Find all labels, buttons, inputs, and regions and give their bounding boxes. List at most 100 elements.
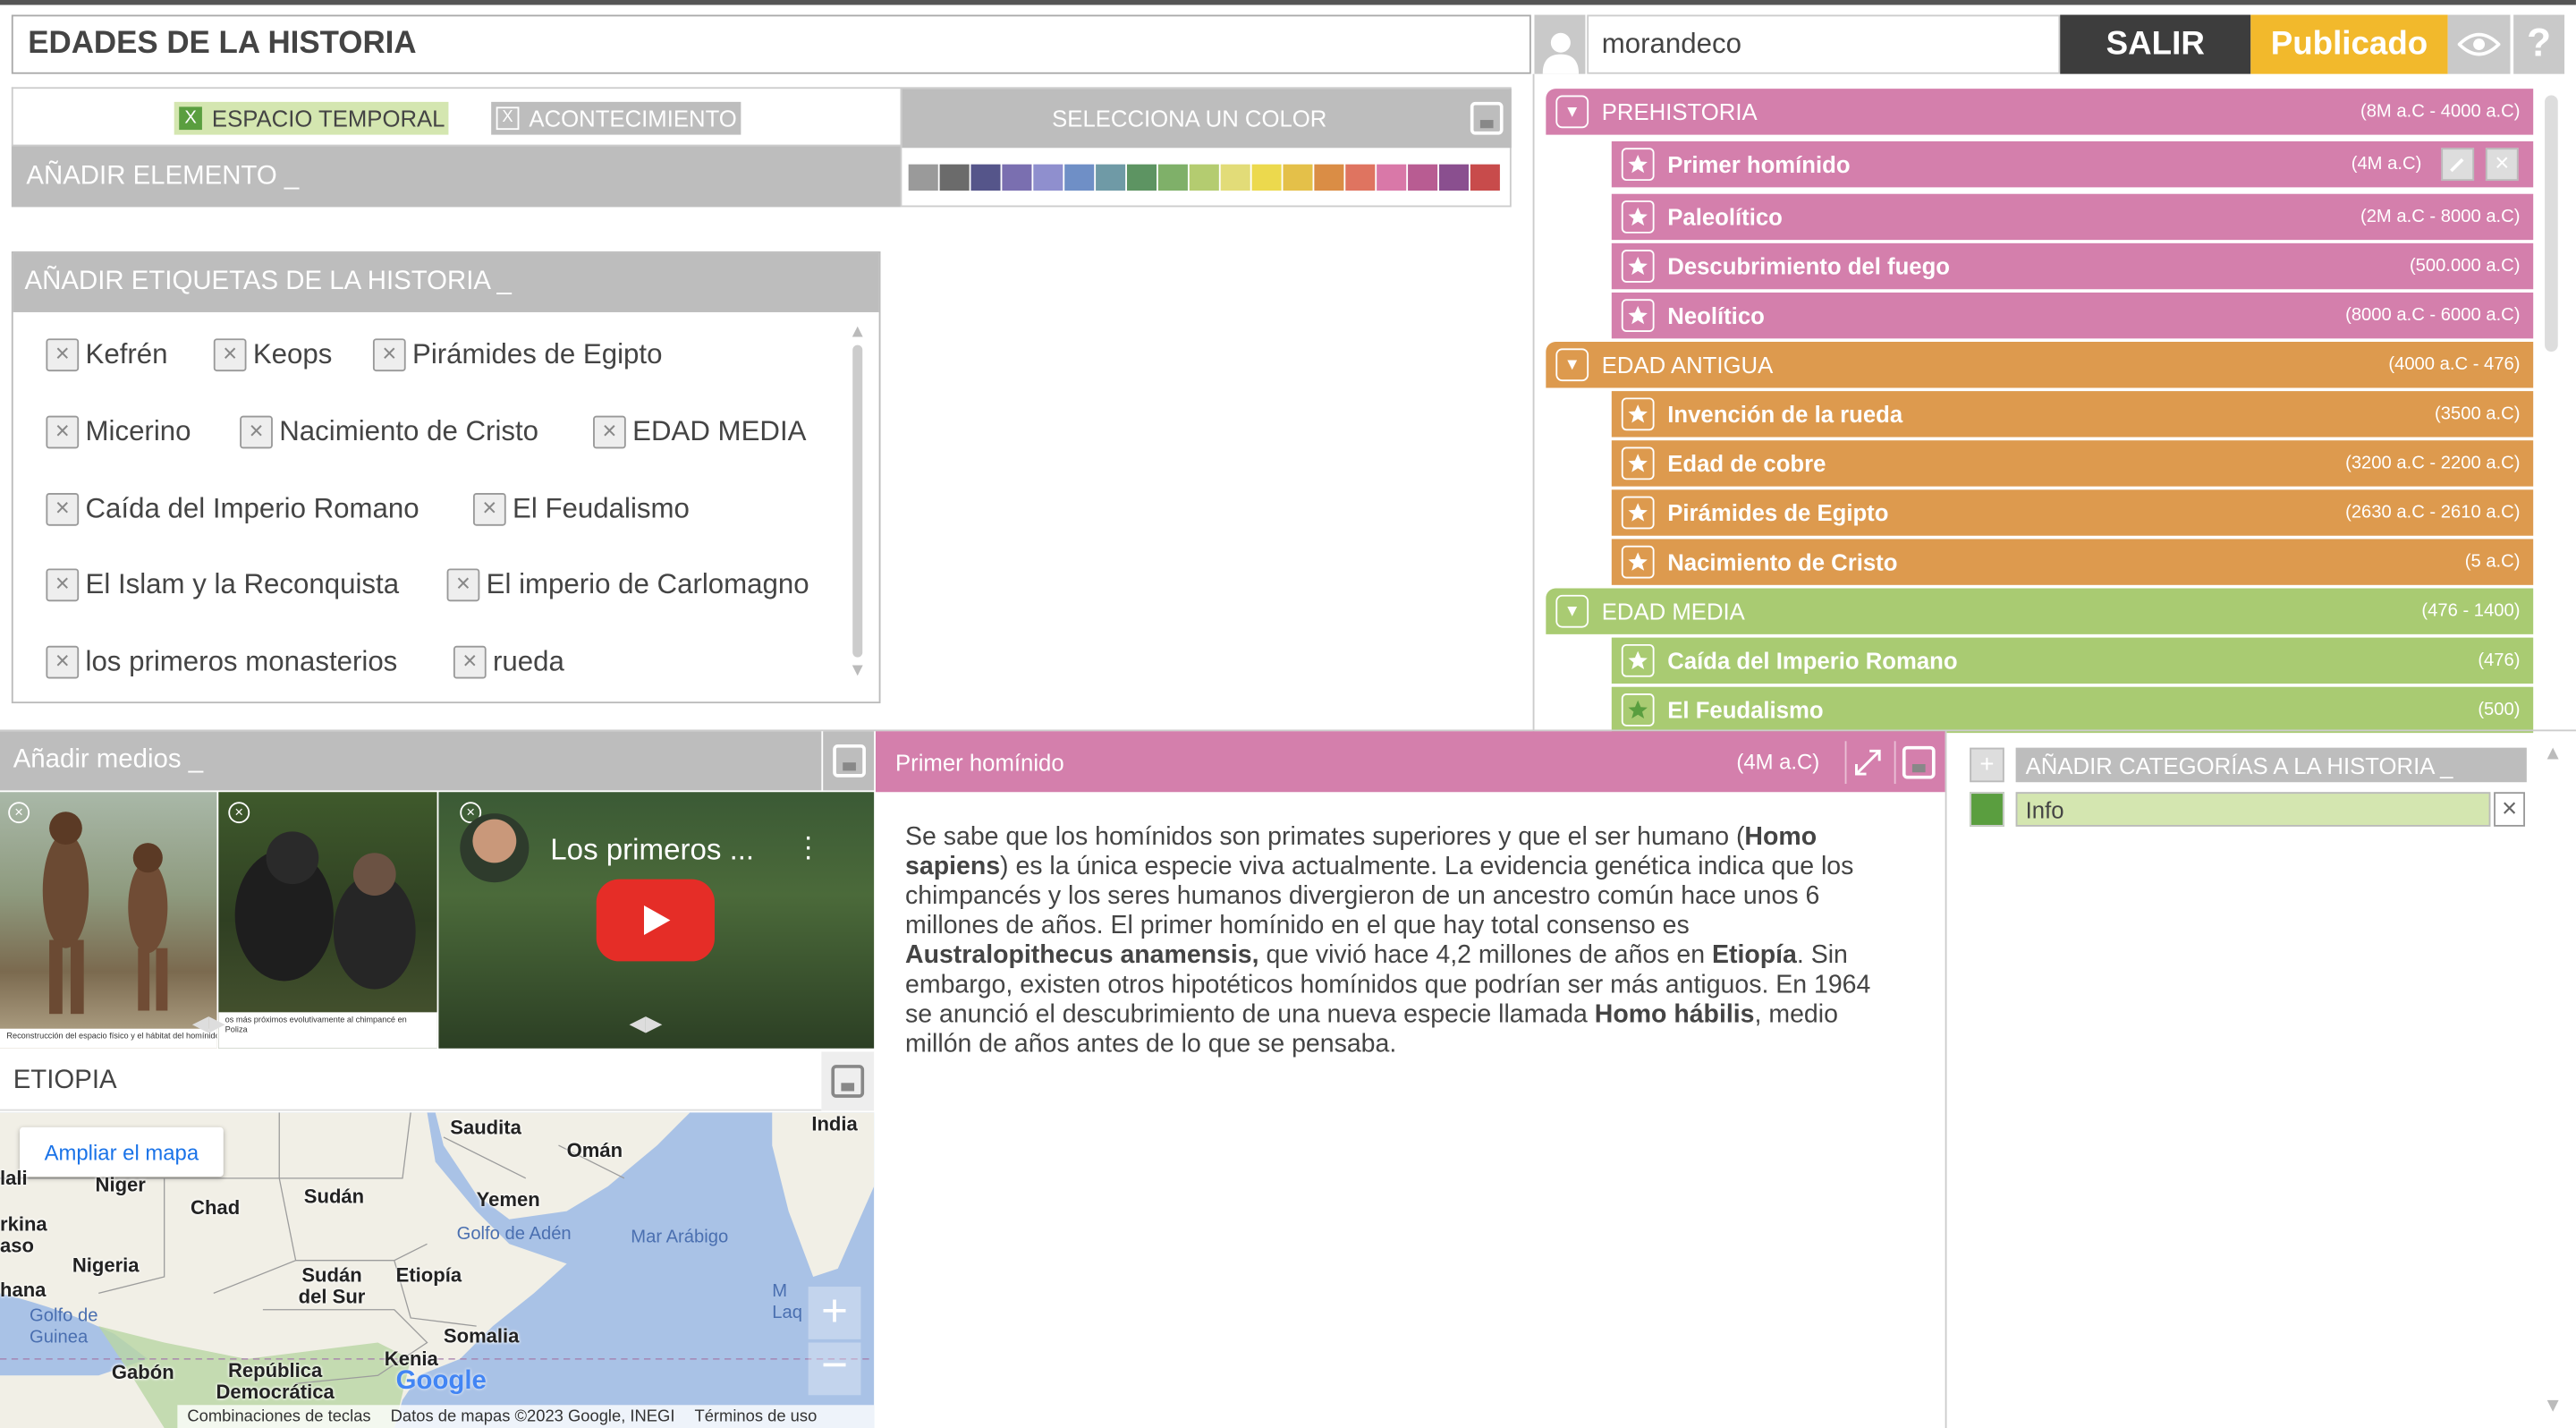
media-nav-arrows-icon[interactable]: ◀▶ (192, 1011, 225, 1037)
star-icon[interactable] (1621, 148, 1655, 182)
video-menu-icon[interactable]: · · · (803, 821, 813, 871)
map-place-label: República Democrática (216, 1358, 335, 1404)
timeline-item-label: Paleolítico (1667, 203, 1783, 231)
detail-body[interactable]: Se sabe que los homínidos son primates s… (905, 823, 1899, 1059)
category-item[interactable]: Info × (1970, 792, 2526, 828)
detail-save-icon[interactable] (1894, 741, 1940, 785)
star-icon[interactable] (1621, 299, 1655, 332)
edit-pencil-icon[interactable] (2441, 148, 2475, 182)
collapse-icon[interactable]: ▼ (1555, 348, 1589, 382)
remove-category-icon[interactable]: × (2494, 792, 2526, 827)
categories-panel-title[interactable]: AÑADIR CATEGORÍAS A LA HISTORIA _ (2015, 747, 2527, 783)
map[interactable]: Ampliar el mapa Saudita Omán India Niger Cha… (0, 1112, 875, 1428)
timeline-item-date: (476) (2478, 650, 2521, 671)
detail-text: ) es la única especie viva actualmente. … (905, 853, 1854, 940)
media-image-chimps[interactable]: os más próximos evolutivamente al chimpa… (218, 792, 437, 1049)
timeline-item[interactable]: Neolítico (8000 a.C - 6000 a.C) (1611, 292, 2534, 339)
map-place-label: Omán (566, 1138, 623, 1162)
timeline-group-label: EDAD MEDIA (1601, 598, 1745, 625)
map-place-label: Saudita (450, 1116, 521, 1139)
timeline-item[interactable]: Nacimiento de Cristo (5 a.C) (1611, 539, 2534, 585)
category-color-swatch[interactable] (1970, 792, 2004, 827)
category-name-field[interactable]: Info (2015, 792, 2491, 827)
star-icon[interactable] (1621, 200, 1655, 234)
star-icon[interactable] (1621, 250, 1655, 283)
timeline-item-date: (5 a.C) (2464, 552, 2521, 573)
map-place-label: Golfo de Guinea (30, 1306, 98, 1348)
star-icon[interactable] (1621, 643, 1655, 677)
location-save-icon[interactable] (821, 1051, 875, 1111)
map-footer: Combinaciones de teclas Datos de mapas ©… (177, 1405, 875, 1428)
map-place-label: Etiopía (395, 1263, 462, 1288)
timeline-scrollbar[interactable] (2545, 95, 2558, 353)
location-name: ETIOPIA (13, 1066, 117, 1094)
timeline-item-date: (3200 a.C - 2200 a.C) (2345, 453, 2521, 473)
timeline-item[interactable]: Pirámides de Egipto (2630 a.C - 2610 a.C) (1611, 489, 2534, 536)
timeline-item[interactable]: Paleolítico (2M a.C - 8000 a.C) (1611, 193, 2534, 241)
media-video[interactable]: × Los primeros ... · · · ◀▶ (438, 792, 875, 1049)
media-panel-title[interactable]: Añadir medios _ (0, 731, 875, 791)
timeline-item-date: (8000 a.C - 6000 a.C) (2345, 305, 2521, 326)
map-place-label: Somalia (443, 1324, 520, 1348)
timeline-item[interactable]: Primer homínido (4M a.C) × (1611, 140, 2534, 188)
collapse-icon[interactable]: ▼ (1555, 95, 1589, 129)
media-title-text: Añadir medios _ (13, 745, 204, 775)
star-icon[interactable] (1621, 496, 1655, 530)
media-image-hominids[interactable]: Reconstrucción del espacio físico y el h… (0, 792, 217, 1049)
timeline-item[interactable]: Edad de cobre (3200 a.C - 2200 a.C) (1611, 440, 2534, 487)
timeline-item-label: Pirámides de Egipto (1667, 499, 1889, 526)
timeline-item-date: (500.000 a.C) (2409, 256, 2521, 276)
map-place-label: Golfo de Adén (456, 1224, 572, 1245)
timeline-item[interactable]: Caída del Imperio Romano (476) (1611, 637, 2534, 684)
remove-media-icon[interactable]: × (8, 802, 30, 824)
google-logo: Google (395, 1367, 487, 1396)
detail-bold-text: Etiopía (1711, 941, 1797, 970)
map-data-text: Datos de mapas ©2023 Google, INEGI (390, 1407, 675, 1426)
map-place-label: rkina aso (0, 1212, 47, 1257)
detail-title: Primer homínido (895, 749, 1064, 776)
timeline-group-date: (4000 a.C - 476) (2388, 354, 2521, 375)
timeline-item[interactable]: Descubrimiento del fuego (500.000 a.C) (1611, 242, 2534, 290)
detail-panel-header: Primer homínido (4M a.C) (875, 731, 1945, 793)
timeline-item[interactable]: El Feudalismo (500) (1611, 686, 2534, 734)
map-place-label: Sudán del Sur (298, 1263, 366, 1308)
page-scroll-down-icon[interactable]: ▼ (2543, 1393, 2563, 1416)
timeline-list: ▼ PREHISTORIA (8M a.C - 4000 a.C) Primer ho… (0, 0, 2576, 734)
delete-item-icon[interactable]: × (2485, 148, 2519, 182)
star-icon[interactable] (1621, 545, 1655, 579)
page-scroll-up-icon[interactable]: ▲ (2543, 741, 2563, 764)
collapse-icon[interactable]: ▼ (1555, 594, 1589, 628)
timeline-item[interactable]: Invención de la rueda (3500 a.C) (1611, 391, 2534, 438)
star-icon[interactable] (1621, 397, 1655, 431)
map-place-label: India (811, 1112, 858, 1136)
timeline-group[interactable]: ▼ PREHISTORIA (8M a.C - 4000 a.C) (1546, 89, 2534, 135)
timeline-group[interactable]: ▼ EDAD MEDIA (476 - 1400) (1546, 588, 2534, 634)
enlarge-map-button[interactable]: Ampliar el mapa (20, 1126, 224, 1177)
media-nav-arrows-icon[interactable]: ◀▶ (629, 1011, 662, 1037)
map-terms-link[interactable]: Términos de uso (694, 1407, 817, 1425)
media-save-icon[interactable] (821, 731, 874, 791)
expand-icon[interactable] (1844, 741, 1888, 785)
timeline-item-label: Neolítico (1667, 302, 1765, 329)
play-icon[interactable] (596, 879, 715, 962)
timeline-item-date: (4M a.C) (2351, 154, 2422, 174)
detail-text: que vivió hace 4,2 millones de años en (1258, 941, 1712, 970)
timeline-group[interactable]: ▼ EDAD ANTIGUA (4000 a.C - 476) (1546, 342, 2534, 388)
timeline-group-date: (8M a.C - 4000 a.C) (2360, 101, 2521, 122)
map-place-label: Mar Arábigo (631, 1227, 729, 1247)
timeline-group-label: PREHISTORIA (1601, 98, 1758, 125)
media-caption-1: Reconstrucción del espacio físico y el h… (6, 1032, 217, 1042)
star-icon[interactable] (1621, 693, 1655, 727)
timeline-item-label: Caída del Imperio Romano (1667, 647, 1958, 675)
timeline-group-label: EDAD ANTIGUA (1601, 352, 1774, 378)
zoom-out-button[interactable]: − (808, 1342, 861, 1396)
map-shortcuts-link[interactable]: Combinaciones de teclas (187, 1407, 370, 1425)
location-field[interactable]: ETIOPIA (0, 1051, 822, 1111)
zoom-in-button[interactable]: + (808, 1286, 861, 1339)
remove-media-icon[interactable]: × (228, 802, 250, 824)
categories-title-text: AÑADIR CATEGORÍAS A LA HISTORIA _ (2025, 752, 2453, 778)
map-place-label: Gabón (111, 1360, 174, 1384)
map-place-label: hana (0, 1278, 47, 1302)
star-icon[interactable] (1621, 446, 1655, 480)
add-category-icon[interactable]: + (1970, 747, 2004, 783)
